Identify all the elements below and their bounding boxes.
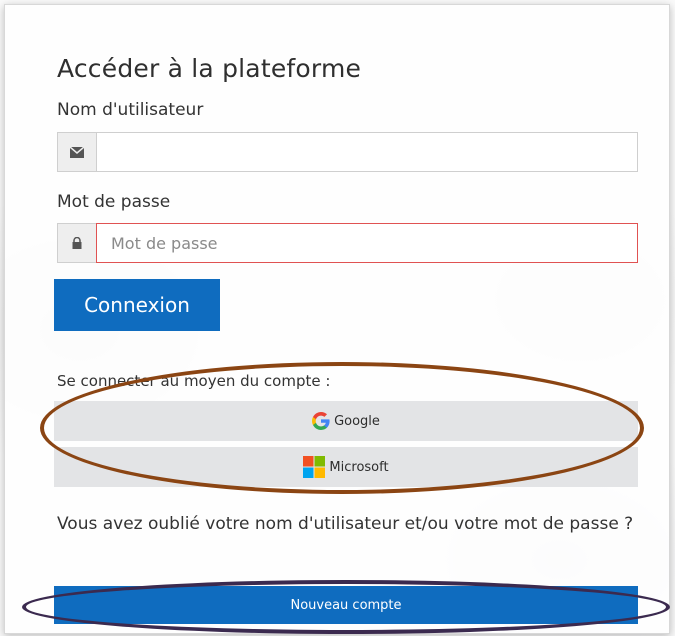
envelope-icon [57,132,97,172]
sso-prompt: Se connecter au moyen du compte : [57,372,331,390]
page-title: Accéder à la plateforme [57,54,362,83]
microsoft-icon [303,456,326,478]
password-label: Mot de passe [57,192,171,212]
google-login-button[interactable]: Google [54,401,638,441]
login-button[interactable]: Connexion [54,279,220,331]
lock-icon [57,223,97,263]
microsoft-login-button[interactable]: Microsoft [54,447,638,487]
password-input[interactable] [96,223,638,263]
new-account-button[interactable]: Nouveau compte [54,586,638,624]
google-icon [312,412,330,430]
google-label: Google [334,413,380,429]
username-label: Nom d'utilisateur [57,100,204,120]
forgot-credentials-link[interactable]: Vous avez oublié votre nom d'utilisateur… [57,510,657,538]
username-input[interactable] [96,132,638,172]
microsoft-label: Microsoft [329,459,389,475]
